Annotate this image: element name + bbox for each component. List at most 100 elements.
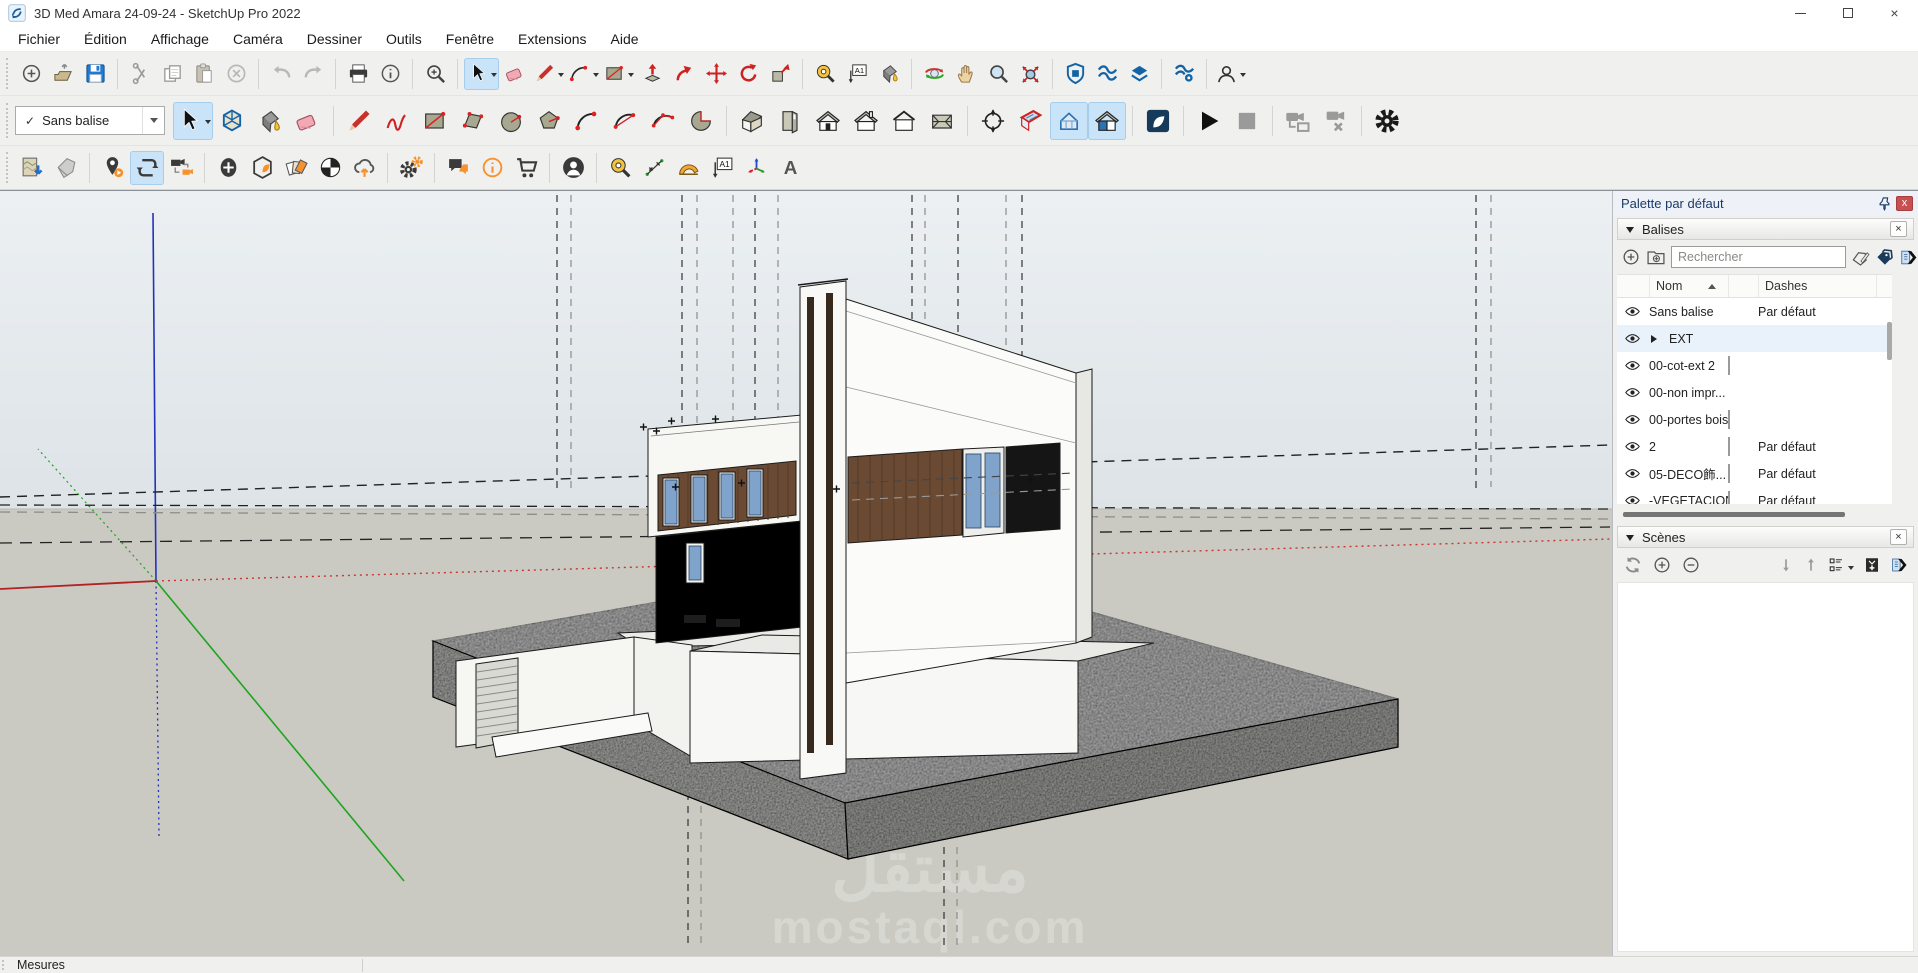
menu-outils[interactable]: Outils xyxy=(374,28,434,50)
leader-text-tool[interactable]: A1 xyxy=(705,151,739,185)
rectangle-tool[interactable] xyxy=(601,58,636,90)
3d-text-tool[interactable]: A xyxy=(773,151,807,185)
tag-visibility-button[interactable] xyxy=(1617,357,1649,374)
save-button[interactable] xyxy=(79,58,111,90)
rotated-rectangle-tool[interactable] xyxy=(454,102,492,140)
model-info-button[interactable] xyxy=(374,58,406,90)
eraser-tool[interactable] xyxy=(499,58,531,90)
edit-tag-button[interactable] xyxy=(1851,248,1870,267)
delete-scene-button[interactable] xyxy=(1317,102,1355,140)
tag-details-button[interactable] xyxy=(1899,248,1918,267)
tag-visibility-button[interactable] xyxy=(1617,303,1649,320)
scenes-list-empty[interactable] xyxy=(1617,582,1914,952)
dash-style-value[interactable]: Par défaut xyxy=(1758,305,1816,319)
tape-measure-tool-2[interactable] xyxy=(603,151,637,185)
toolbar-grip[interactable] xyxy=(6,152,10,182)
tag-row[interactable]: 00-non impr... xyxy=(1617,379,1892,406)
import-map-button[interactable] xyxy=(15,151,49,185)
menu-fenetre[interactable]: Fenêtre xyxy=(434,28,506,50)
pan-tool[interactable] xyxy=(950,58,982,90)
dash-style-value[interactable]: Par défaut xyxy=(1758,494,1816,505)
two-point-perspective-button[interactable] xyxy=(974,102,1012,140)
column-swatch[interactable] xyxy=(1728,275,1758,297)
material-fan-button[interactable] xyxy=(279,151,313,185)
geolocation-button[interactable] xyxy=(96,151,130,185)
send-to-layout-button[interactable] xyxy=(1139,102,1177,140)
paste-button[interactable] xyxy=(188,58,220,90)
eraser-tool-2[interactable] xyxy=(289,102,327,140)
add-scene-button-2[interactable] xyxy=(1652,555,1672,575)
zoom-window-button[interactable] xyxy=(419,58,451,90)
add-item-button[interactable] xyxy=(211,151,245,185)
tag-name[interactable]: 05-DECO飾... xyxy=(1649,464,1728,483)
purge-tags-button[interactable] xyxy=(1875,248,1894,267)
rotate-tool[interactable] xyxy=(732,58,764,90)
expand-triangle-icon[interactable] xyxy=(1651,335,1661,343)
make-component-button[interactable] xyxy=(213,102,251,140)
extension-wave-gear-button[interactable] xyxy=(1168,58,1200,90)
tag-visibility-button[interactable] xyxy=(1617,438,1649,455)
tag-row[interactable]: 05-DECO飾...Par défaut xyxy=(1617,460,1892,487)
balises-close-button[interactable]: × xyxy=(1890,221,1907,237)
minimize-button[interactable] xyxy=(1777,0,1824,26)
arc-tool-2[interactable] xyxy=(568,102,606,140)
line-tool-2[interactable] xyxy=(340,102,378,140)
combobox-dropdown-button[interactable] xyxy=(142,107,164,134)
sync-button[interactable] xyxy=(130,151,164,185)
paint-bucket-tool-2[interactable] xyxy=(251,102,289,140)
view-iso-button[interactable] xyxy=(733,102,771,140)
scenes-section-header[interactable]: Scènes × xyxy=(1617,526,1914,548)
freehand-tool[interactable] xyxy=(378,102,416,140)
move-scene-down-button[interactable] xyxy=(1778,557,1794,573)
move-scene-up-button[interactable] xyxy=(1803,557,1819,573)
tag-name[interactable]: 00-portes bois xyxy=(1649,413,1728,427)
arc-3pt-tool[interactable] xyxy=(644,102,682,140)
tag-name[interactable]: 00-non impr... xyxy=(1649,386,1728,400)
dash-style-value[interactable]: Par défaut xyxy=(1758,440,1816,454)
tag-visibility-button[interactable] xyxy=(1617,330,1649,347)
tag-visibility-button[interactable] xyxy=(1617,465,1649,482)
texture-ball-button[interactable] xyxy=(313,151,347,185)
tag-row[interactable]: Sans balise Par défaut xyxy=(1617,298,1892,325)
extension-shield-button[interactable] xyxy=(1059,58,1091,90)
tag-visibility-button[interactable] xyxy=(1617,384,1649,401)
toolbar-grip[interactable] xyxy=(6,103,10,137)
view-top-button[interactable] xyxy=(923,102,961,140)
copy-button[interactable] xyxy=(156,58,188,90)
dropdown-caret-icon[interactable] xyxy=(628,73,634,80)
tag-visibility-button[interactable] xyxy=(1617,492,1649,504)
zoom-tool[interactable] xyxy=(982,58,1014,90)
menu-edition[interactable]: Édition xyxy=(72,28,139,50)
column-nom[interactable]: Nom xyxy=(1649,275,1728,297)
tag-list-hscrollbar[interactable] xyxy=(1617,508,1892,521)
view-options-button[interactable] xyxy=(1828,556,1854,574)
menu-extensions[interactable]: Extensions xyxy=(506,28,598,50)
view-back-button[interactable] xyxy=(847,102,885,140)
scale-tool[interactable] xyxy=(764,58,796,90)
tag-name[interactable]: Sans balise xyxy=(1649,305,1728,319)
move-tool[interactable] xyxy=(700,58,732,90)
stop-animation-button[interactable] xyxy=(1228,102,1266,140)
preferences-button[interactable] xyxy=(394,151,428,185)
tag-row[interactable]: 00-portes bois xyxy=(1617,406,1892,433)
select-tool[interactable] xyxy=(464,58,499,90)
view-side-button[interactable] xyxy=(771,102,809,140)
play-animation-button[interactable] xyxy=(1190,102,1228,140)
add-tag-button[interactable] xyxy=(1621,247,1641,267)
paint-bucket-tool[interactable] xyxy=(873,58,905,90)
tag-row[interactable]: EXT xyxy=(1617,325,1892,352)
dropdown-caret-icon[interactable] xyxy=(205,120,211,127)
tag-color-swatch[interactable] xyxy=(1728,437,1730,456)
view-left-button[interactable] xyxy=(885,102,923,140)
tag-color-swatch[interactable] xyxy=(1728,356,1730,375)
scene-details-button[interactable] xyxy=(1890,556,1908,574)
tag-visibility-button[interactable] xyxy=(1617,411,1649,428)
text-tool[interactable]: A1 xyxy=(841,58,873,90)
zoom-extents-button[interactable] xyxy=(1014,58,1046,90)
balises-section-header[interactable]: Balises × xyxy=(1617,218,1914,240)
tag-sticker-button[interactable] xyxy=(49,151,83,185)
orbit-tool[interactable] xyxy=(918,58,950,90)
followme-tool[interactable] xyxy=(668,58,700,90)
store-button[interactable] xyxy=(509,151,543,185)
dropdown-caret-icon[interactable] xyxy=(1848,566,1854,573)
